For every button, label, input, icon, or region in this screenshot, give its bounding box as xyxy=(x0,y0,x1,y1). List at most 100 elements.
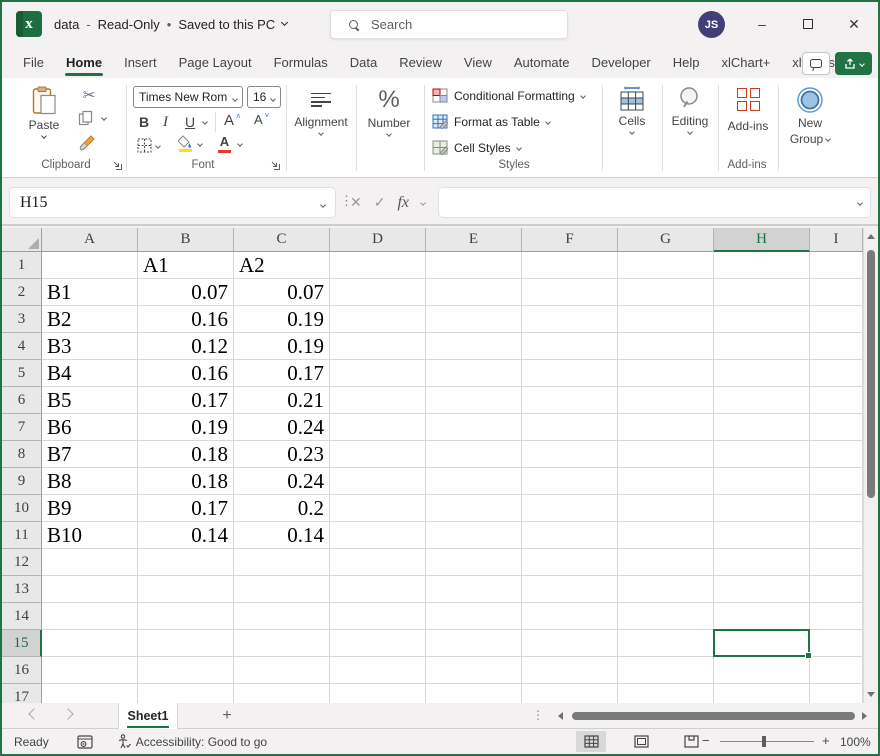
cell-I7[interactable] xyxy=(810,414,863,441)
cell-H4[interactable] xyxy=(714,333,810,360)
increase-font-button[interactable]: A˄ xyxy=(224,112,241,129)
cell-H17[interactable] xyxy=(714,684,810,703)
cancel-button[interactable]: ✕ xyxy=(350,194,362,211)
fill-color-button[interactable] xyxy=(178,135,193,152)
cell-F11[interactable] xyxy=(522,522,618,549)
cell-D4[interactable] xyxy=(330,333,426,360)
cell-A8[interactable]: B7 xyxy=(42,441,138,468)
cell-C17[interactable] xyxy=(234,684,330,703)
cell-F14[interactable] xyxy=(522,603,618,630)
format-painter-button[interactable] xyxy=(78,134,96,152)
title-chevron-icon[interactable] xyxy=(281,19,288,26)
cell-G10[interactable] xyxy=(618,495,714,522)
cell-H8[interactable] xyxy=(714,441,810,468)
cell-C4[interactable]: 0.19 xyxy=(234,333,330,360)
row-header-12[interactable]: 12 xyxy=(2,549,42,576)
cell-B3[interactable]: 0.16 xyxy=(138,306,234,333)
cell-B7[interactable]: 0.19 xyxy=(138,414,234,441)
cell-F4[interactable] xyxy=(522,333,618,360)
scroll-down-icon[interactable] xyxy=(867,692,875,697)
font-color-chevron-icon[interactable] xyxy=(237,141,243,147)
copy-chevron-icon[interactable] xyxy=(101,115,107,121)
cell-H6[interactable] xyxy=(714,387,810,414)
cell-I16[interactable] xyxy=(810,657,863,684)
row-header-15[interactable]: 15 xyxy=(2,630,42,657)
cell-C8[interactable]: 0.23 xyxy=(234,441,330,468)
ribbon-tab-data[interactable]: Data xyxy=(339,46,388,78)
cell-H14[interactable] xyxy=(714,603,810,630)
row-header-7[interactable]: 7 xyxy=(2,414,42,441)
cell-E9[interactable] xyxy=(426,468,522,495)
vertical-scrollbar-thumb[interactable] xyxy=(867,250,875,498)
cell-I11[interactable] xyxy=(810,522,863,549)
cell-F1[interactable] xyxy=(522,252,618,279)
clipboard-dialog-launcher-icon[interactable] xyxy=(112,160,123,171)
cell-G9[interactable] xyxy=(618,468,714,495)
cell-C15[interactable] xyxy=(234,630,330,657)
insert-function-button[interactable]: fx xyxy=(397,194,409,212)
insert-function-chevron-icon[interactable] xyxy=(420,200,426,206)
sheet-nav-prev-icon[interactable] xyxy=(28,708,39,719)
sheet-tab-sheet1[interactable]: Sheet1 xyxy=(118,703,178,729)
cell-D9[interactable] xyxy=(330,468,426,495)
cell-G11[interactable] xyxy=(618,522,714,549)
cell-C10[interactable]: 0.2 xyxy=(234,495,330,522)
cell-D7[interactable] xyxy=(330,414,426,441)
cell-B10[interactable]: 0.17 xyxy=(138,495,234,522)
row-header-4[interactable]: 4 xyxy=(2,333,42,360)
cell-F5[interactable] xyxy=(522,360,618,387)
cell-F2[interactable] xyxy=(522,279,618,306)
cell-A2[interactable]: B1 xyxy=(42,279,138,306)
ribbon-tab-help[interactable]: Help xyxy=(662,46,711,78)
cell-I1[interactable] xyxy=(810,252,863,279)
cell-I3[interactable] xyxy=(810,306,863,333)
row-header-5[interactable]: 5 xyxy=(2,360,42,387)
page-layout-view-button[interactable] xyxy=(626,731,656,752)
cell-I4[interactable] xyxy=(810,333,863,360)
row-header-10[interactable]: 10 xyxy=(2,495,42,522)
cell-B1[interactable]: A1 xyxy=(138,252,234,279)
cell-H2[interactable] xyxy=(714,279,810,306)
sheet-nav-next-icon[interactable] xyxy=(62,708,73,719)
cell-B2[interactable]: 0.07 xyxy=(138,279,234,306)
borders-button[interactable] xyxy=(137,138,160,153)
conditional-formatting-button[interactable]: Conditional Formatting xyxy=(432,88,585,103)
cell-A3[interactable]: B2 xyxy=(42,306,138,333)
new-sheet-button[interactable]: + xyxy=(216,705,238,727)
zoom-slider-thumb[interactable] xyxy=(762,736,766,747)
paste-button[interactable]: Paste xyxy=(22,86,66,138)
cell-E17[interactable] xyxy=(426,684,522,703)
cell-C12[interactable] xyxy=(234,549,330,576)
close-button[interactable]: ✕ xyxy=(834,2,874,46)
cell-I12[interactable] xyxy=(810,549,863,576)
cell-F8[interactable] xyxy=(522,441,618,468)
cell-G17[interactable] xyxy=(618,684,714,703)
alignment-button[interactable]: Alignment xyxy=(292,90,350,135)
cell-E1[interactable] xyxy=(426,252,522,279)
cell-I17[interactable] xyxy=(810,684,863,703)
ribbon-tab-automate[interactable]: Automate xyxy=(503,46,581,78)
cell-I13[interactable] xyxy=(810,576,863,603)
cell-D14[interactable] xyxy=(330,603,426,630)
cell-G13[interactable] xyxy=(618,576,714,603)
cell-G14[interactable] xyxy=(618,603,714,630)
cell-F12[interactable] xyxy=(522,549,618,576)
cell-F6[interactable] xyxy=(522,387,618,414)
cell-A7[interactable]: B6 xyxy=(42,414,138,441)
cell-G4[interactable] xyxy=(618,333,714,360)
cell-A5[interactable]: B4 xyxy=(42,360,138,387)
row-header-1[interactable]: 1 xyxy=(2,252,42,279)
accessibility-status[interactable]: Accessibility: Good to go xyxy=(117,734,267,749)
minimize-button[interactable]: – xyxy=(742,2,782,46)
row-header-14[interactable]: 14 xyxy=(2,603,42,630)
cell-C9[interactable]: 0.24 xyxy=(234,468,330,495)
name-box[interactable]: H15 xyxy=(10,188,335,217)
bold-button[interactable]: B xyxy=(139,114,149,130)
search-box[interactable]: Search xyxy=(330,10,568,39)
cell-D10[interactable] xyxy=(330,495,426,522)
cell-I15[interactable] xyxy=(810,630,863,657)
cell-G15[interactable] xyxy=(618,630,714,657)
cells-button[interactable]: Cells xyxy=(607,86,657,134)
cell-H10[interactable] xyxy=(714,495,810,522)
selected-cell-H15[interactable] xyxy=(713,629,810,657)
